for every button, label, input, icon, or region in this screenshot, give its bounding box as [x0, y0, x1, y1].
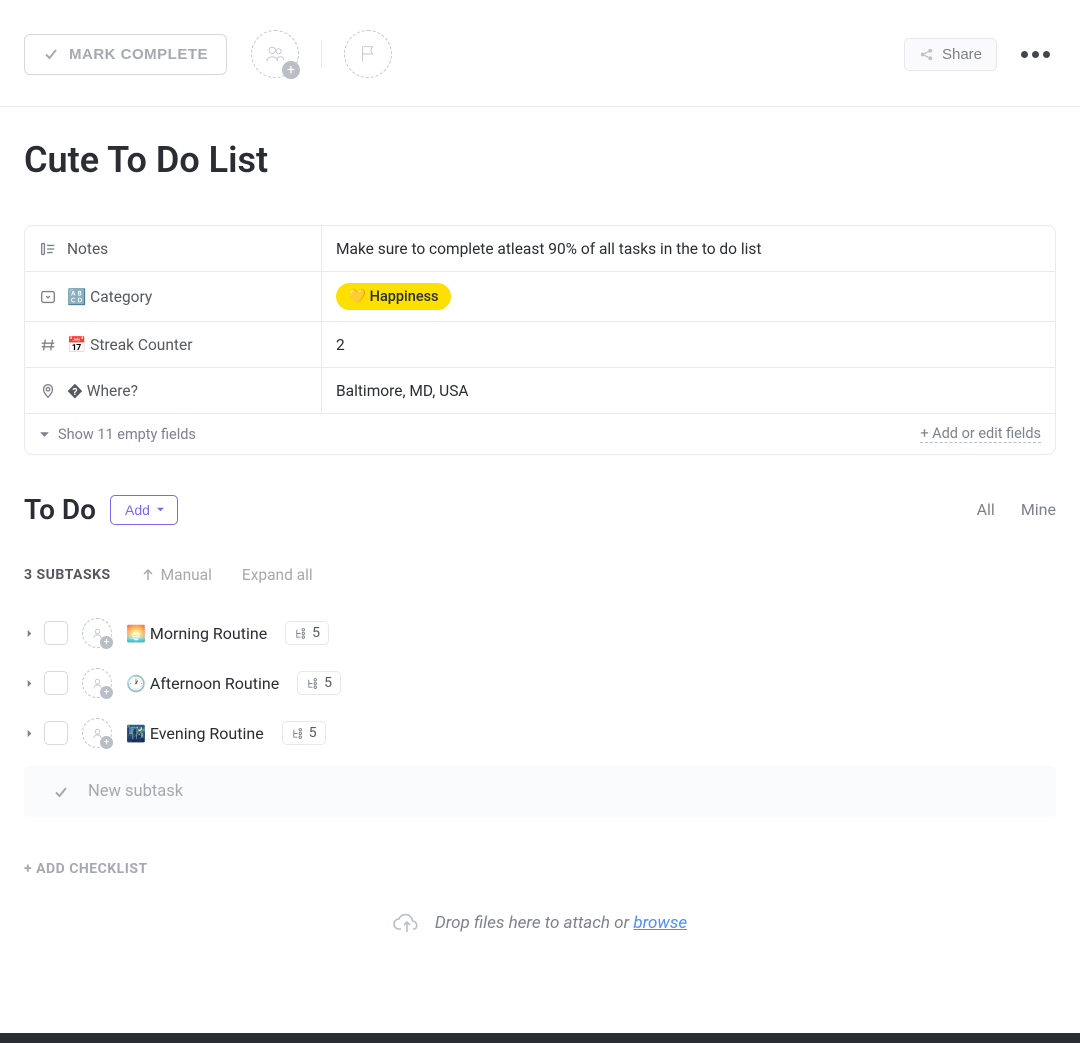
add-assignee-button[interactable]: +: [251, 30, 299, 78]
field-label[interactable]: 🔠 Category: [25, 272, 322, 321]
assign-button[interactable]: +: [82, 718, 112, 748]
subtask-count-badge[interactable]: 5: [285, 621, 329, 645]
subtasks-icon: [306, 677, 319, 690]
section-title: To Do: [24, 493, 96, 526]
people-icon: [264, 43, 286, 65]
attachment-dropzone[interactable]: Drop files here to attach or browse: [24, 889, 1056, 957]
location-field-icon: [39, 382, 57, 400]
flag-icon: [357, 43, 379, 65]
add-subtask-button[interactable]: Add: [110, 495, 178, 525]
cloud-upload-icon: [393, 909, 421, 937]
chevron-right-icon: [25, 679, 34, 688]
dot-icon: [1043, 51, 1050, 58]
subtasks-icon: [291, 727, 304, 740]
chevron-right-icon: [25, 729, 34, 738]
dropzone-text: Drop files here to attach or: [435, 913, 633, 933]
expand-chevron[interactable]: [24, 679, 34, 688]
subtask-row: + 🌃 Evening Routine 5: [24, 708, 1056, 758]
fields-footer: Show 11 empty fields + Add or edit field…: [25, 414, 1055, 454]
share-label: Share: [942, 46, 982, 63]
subtasks-icon: [294, 627, 307, 640]
subtask-checkbox[interactable]: [44, 621, 68, 645]
check-icon: [43, 46, 59, 62]
toolbar-divider: [321, 40, 322, 68]
share-icon: [919, 47, 934, 62]
mark-complete-label: MARK COMPLETE: [69, 46, 208, 63]
check-icon: [52, 783, 70, 801]
assign-button[interactable]: +: [82, 668, 112, 698]
mark-complete-button[interactable]: MARK COMPLETE: [24, 34, 227, 75]
subtask-row: + 🌅 Morning Routine 5: [24, 608, 1056, 658]
subtask-checkbox[interactable]: [44, 671, 68, 695]
caret-down-icon: [156, 505, 165, 514]
new-subtask-input[interactable]: New subtask: [24, 766, 1056, 817]
plus-badge-icon: +: [100, 736, 113, 749]
filter-all[interactable]: All: [977, 500, 995, 519]
add-priority-button[interactable]: [344, 30, 392, 78]
expand-chevron[interactable]: [24, 629, 34, 638]
field-label[interactable]: � Where?: [25, 368, 322, 413]
add-checklist-button[interactable]: + ADD CHECKLIST: [24, 861, 1056, 877]
add-edit-fields-button[interactable]: + Add or edit fields: [920, 425, 1041, 443]
subtask-row: + 🕐 Afternoon Routine 5: [24, 658, 1056, 708]
share-button[interactable]: Share: [904, 38, 997, 71]
sort-button[interactable]: Manual: [141, 566, 212, 584]
field-label[interactable]: Notes: [25, 226, 322, 271]
field-row-category: 🔠 Category 💛 Happiness: [25, 272, 1055, 322]
expand-all-button[interactable]: Expand all: [242, 566, 313, 584]
field-value[interactable]: 2: [322, 322, 1055, 367]
field-value[interactable]: 💛 Happiness: [322, 272, 1055, 321]
field-row-streak: 📅 Streak Counter 2: [25, 322, 1055, 368]
subtask-count-badge[interactable]: 5: [297, 671, 341, 695]
custom-fields-table: Notes Make sure to complete atleast 90% …: [24, 225, 1056, 455]
caret-down-icon: [39, 429, 50, 440]
page-title[interactable]: Cute To Do List: [24, 139, 1056, 181]
field-value[interactable]: Make sure to complete atleast 90% of all…: [322, 226, 1055, 271]
subtask-count-badge[interactable]: 5: [282, 721, 326, 745]
subtask-name[interactable]: 🌃 Evening Routine: [126, 724, 264, 743]
plus-badge-icon: +: [282, 61, 300, 79]
plus-badge-icon: +: [100, 686, 113, 699]
more-menu-button[interactable]: [1015, 45, 1056, 64]
category-tag[interactable]: 💛 Happiness: [336, 283, 451, 310]
dropdown-field-icon: [39, 288, 57, 306]
field-row-notes: Notes Make sure to complete atleast 90% …: [25, 226, 1055, 272]
field-value[interactable]: Baltimore, MD, USA: [322, 368, 1055, 413]
bottom-bar: [0, 1033, 1080, 1043]
arrow-up-icon: [141, 568, 155, 582]
browse-link[interactable]: browse: [633, 913, 687, 933]
number-field-icon: [39, 336, 57, 354]
plus-badge-icon: +: [100, 636, 113, 649]
field-row-where: � Where? Baltimore, MD, USA: [25, 368, 1055, 414]
dot-icon: [1021, 51, 1028, 58]
filter-mine[interactable]: Mine: [1021, 500, 1056, 519]
subtask-count: 3 SUBTASKS: [24, 567, 111, 583]
dot-icon: [1032, 51, 1039, 58]
field-label[interactable]: 📅 Streak Counter: [25, 322, 322, 367]
subtask-name[interactable]: 🌅 Morning Routine: [126, 624, 267, 643]
show-empty-fields-button[interactable]: Show 11 empty fields: [39, 426, 196, 443]
assign-button[interactable]: +: [82, 618, 112, 648]
expand-chevron[interactable]: [24, 729, 34, 738]
subtask-name[interactable]: 🕐 Afternoon Routine: [126, 674, 279, 693]
chevron-right-icon: [25, 629, 34, 638]
text-field-icon: [39, 240, 57, 258]
subtask-checkbox[interactable]: [44, 721, 68, 745]
